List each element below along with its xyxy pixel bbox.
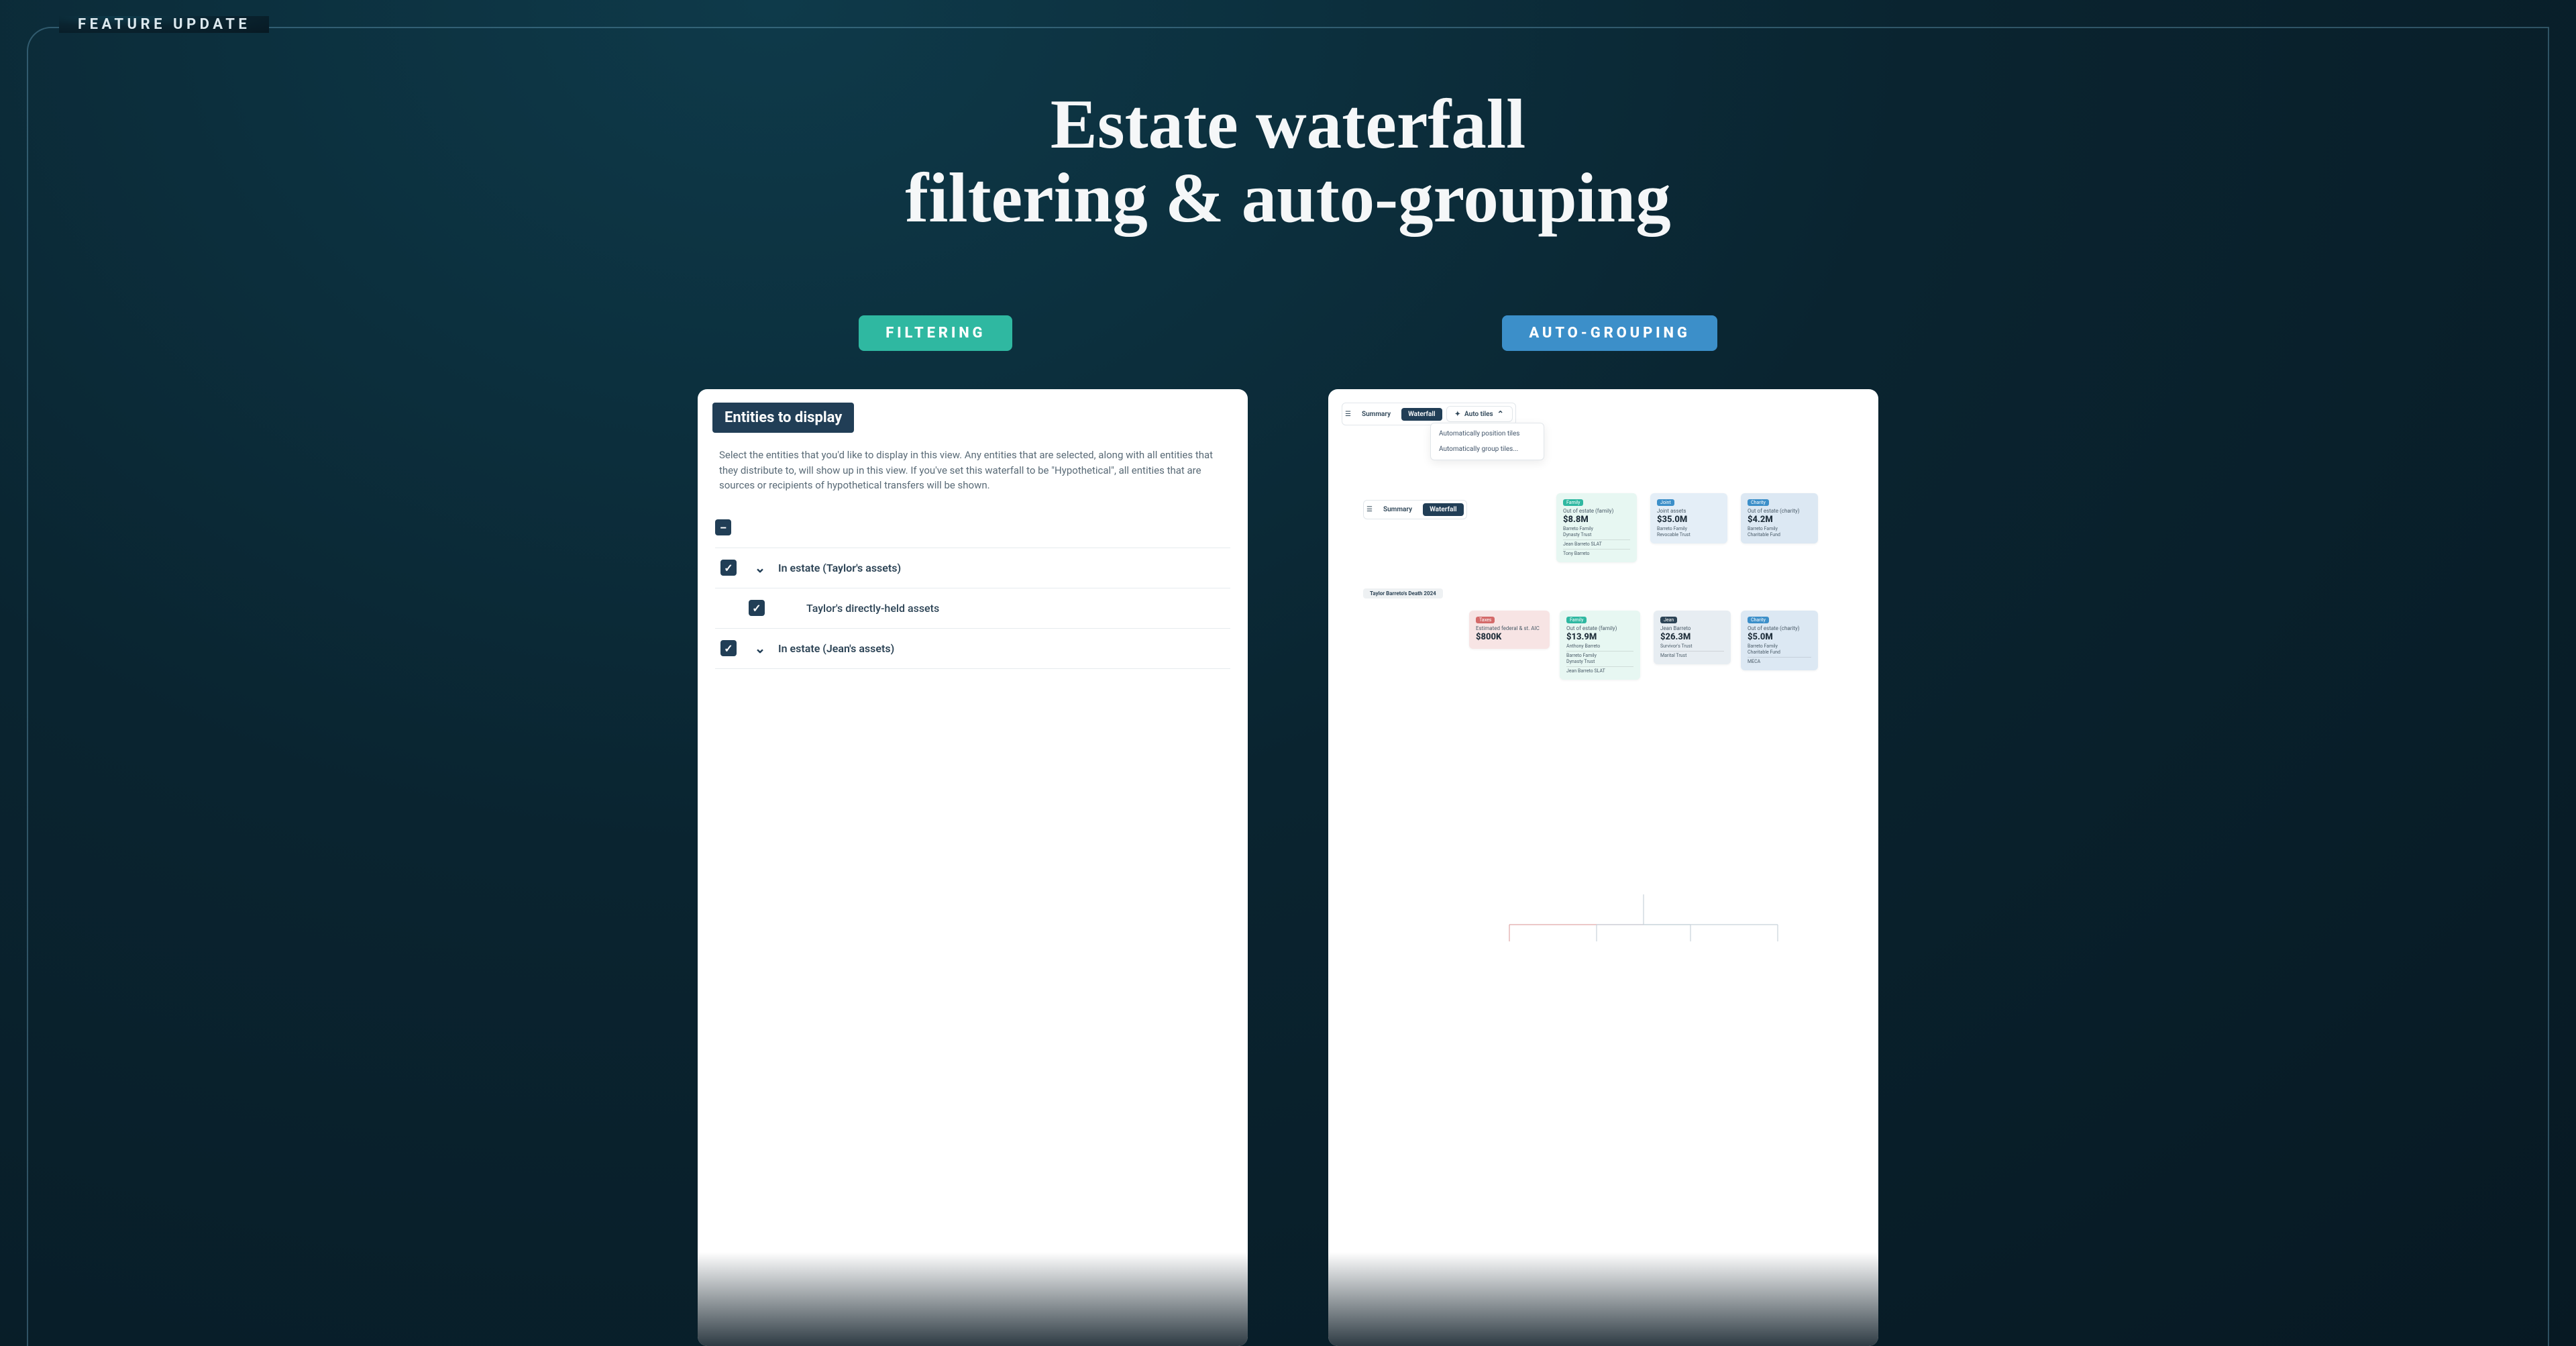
tile-bottom-charity[interactable]: Charity Out of estate (charity) $5.0M Ba… xyxy=(1741,611,1818,670)
tile-top-charity[interactable]: Charity Out of estate (charity) $4.2M Ba… xyxy=(1741,493,1818,543)
tile-subtitle: Out of estate (family) xyxy=(1563,508,1630,514)
checkbox-indeterminate-icon[interactable] xyxy=(715,519,731,535)
hero-line-2: filtering & auto-grouping xyxy=(0,161,2576,235)
tile-bottom-jean[interactable]: Jean Jean Barreto $26.3M Survivor's Trus… xyxy=(1654,611,1731,664)
tile-tag: Charity xyxy=(1748,499,1769,506)
auto-tiles-button[interactable]: ✦ Auto tiles xyxy=(1446,406,1513,422)
row-label: In estate (Taylor's assets) xyxy=(778,562,901,574)
tab-summary[interactable]: Summary xyxy=(1355,408,1397,421)
checkbox-checked-icon[interactable] xyxy=(720,560,737,576)
tile-tag: Family xyxy=(1566,617,1587,623)
chip-filtering: FILTERING xyxy=(859,315,1012,351)
menu-item-position-tiles[interactable]: Automatically position tiles xyxy=(1431,426,1544,442)
feature-update-badge: FEATURE UPDATE xyxy=(59,16,269,33)
menu-item-group-tiles[interactable]: Automatically group tiles... xyxy=(1431,442,1544,457)
tile-tag: Taxes xyxy=(1476,617,1495,623)
panel-autogrouping: ☰ Summary Waterfall ✦ Auto tiles Automat… xyxy=(1328,389,1878,1346)
chevron-down-icon[interactable] xyxy=(754,640,766,656)
row-label: In estate (Jean's assets) xyxy=(778,642,894,655)
entities-row-jean-group[interactable]: In estate (Jean's assets) xyxy=(715,629,1230,669)
tile-tag: Joint xyxy=(1657,499,1674,506)
chevron-down-icon[interactable] xyxy=(754,560,766,576)
sparkle-icon: ✦ xyxy=(1455,411,1460,418)
row-label: Taylor's directly-held assets xyxy=(806,602,939,615)
tile-top-family[interactable]: Family Out of estate (family) $8.8M Barr… xyxy=(1556,493,1637,562)
tab-waterfall-2[interactable]: Waterfall xyxy=(1423,503,1464,516)
tile-value: $8.8M xyxy=(1563,515,1630,525)
auto-tiles-label: Auto tiles xyxy=(1464,411,1493,418)
checkbox-checked-icon[interactable] xyxy=(720,640,737,656)
entities-row-taylor-direct[interactable]: Taylor's directly-held assets xyxy=(715,588,1230,629)
top-toolbar-2: ☰ Summary Waterfall xyxy=(1363,500,1467,519)
tile-tag: Charity xyxy=(1748,617,1769,623)
tile-bottom-tax[interactable]: Taxes Estimated federal & st. AIC $800K xyxy=(1469,611,1550,649)
chevron-up-icon xyxy=(1497,409,1504,419)
tile-bottom-family[interactable]: Family Out of estate (family) $13.9M Ant… xyxy=(1560,611,1640,680)
panel-filtering: Entities to display Select the entities … xyxy=(698,389,1248,1346)
death-event-pill: Taylor Barreto's Death 2024 xyxy=(1363,588,1443,599)
tab-summary-2[interactable]: Summary xyxy=(1377,503,1419,516)
list-icon: ☰ xyxy=(1366,506,1373,513)
hero-line-1: Estate waterfall xyxy=(0,87,2576,161)
checkbox-checked-icon[interactable] xyxy=(749,600,765,616)
tab-waterfall[interactable]: Waterfall xyxy=(1401,408,1442,421)
entities-description: Select the entities that you'd like to d… xyxy=(719,448,1226,493)
top-toolbar-1: ☰ Summary Waterfall ✦ Auto tiles xyxy=(1342,403,1516,425)
entities-row-taylor-group[interactable]: In estate (Taylor's assets) xyxy=(715,548,1230,588)
tile-top-joint[interactable]: Joint Joint assets $35.0M Barreto Family… xyxy=(1650,493,1727,543)
entities-to-display-title: Entities to display xyxy=(712,403,854,433)
tile-tag: Family xyxy=(1563,499,1583,506)
hero-title: Estate waterfall filtering & auto-groupi… xyxy=(0,87,2576,236)
list-icon: ☰ xyxy=(1345,411,1351,418)
tile-tag: Jean xyxy=(1660,617,1677,623)
auto-tiles-menu: Automatically position tiles Automatical… xyxy=(1430,423,1544,460)
entities-row-root[interactable] xyxy=(715,508,1230,548)
chip-autogrouping: AUTO-GROUPING xyxy=(1502,315,1717,351)
